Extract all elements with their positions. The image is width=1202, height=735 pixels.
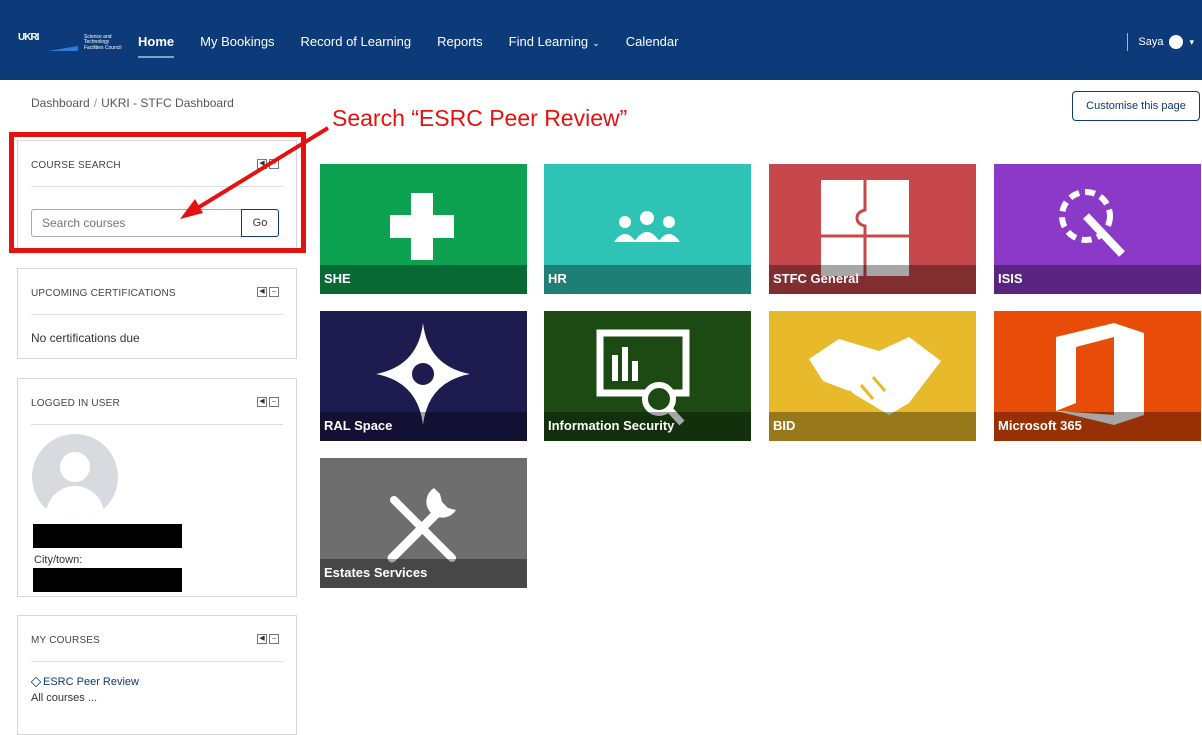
tile-label: Microsoft 365 [998, 418, 1082, 433]
nav-calendar[interactable]: Calendar [626, 34, 679, 52]
block-header: MY COURSES ◀ – [31, 616, 283, 662]
upcoming-certifications-block: UPCOMING CERTIFICATIONS ◀ – No certifica… [17, 268, 297, 359]
block-controls: ◀ – [257, 397, 279, 407]
tile-ral-space[interactable]: RAL Space [320, 311, 527, 441]
nav-my-bookings[interactable]: My Bookings [200, 34, 274, 52]
user-name: Saya [1138, 36, 1164, 48]
avatar [1169, 35, 1184, 49]
nav-record-of-learning[interactable]: Record of Learning [301, 34, 412, 52]
block-header: UPCOMING CERTIFICATIONS ◀ – [31, 269, 283, 315]
tile-she[interactable]: SHE [320, 164, 527, 294]
tile-label: Estates Services [324, 565, 428, 580]
breadcrumb-dashboard[interactable]: Dashboard [31, 96, 90, 110]
block-controls: ◀ – [257, 287, 279, 297]
tile-label: HR [548, 271, 567, 286]
block-title: MY COURSES [31, 635, 101, 646]
avatar-head [60, 452, 90, 482]
ukri-logo[interactable]: UKRI Science and Technology Facilities C… [18, 33, 140, 53]
block-controls: ◀ – [257, 634, 279, 644]
top-nav-bar: UKRI Science and Technology Facilities C… [0, 0, 1202, 80]
dock-icon[interactable]: ◀ [257, 397, 267, 407]
tile-label: RAL Space [324, 418, 393, 433]
collapse-icon[interactable]: – [269, 397, 279, 407]
logged-in-user-block: LOGGED IN USER ◀ – City/town: [17, 378, 297, 597]
collapse-icon[interactable]: – [269, 634, 279, 644]
annotation-highlight-box [9, 132, 306, 253]
tile-isis[interactable]: ISIS [994, 164, 1201, 294]
tile-label-bar [544, 265, 751, 294]
tile-bid[interactable]: BID [769, 311, 976, 441]
course-link-esrc-peer-review[interactable]: ESRC Peer Review [30, 676, 283, 688]
tile-label-bar [320, 265, 527, 294]
collapse-icon[interactable]: – [269, 287, 279, 297]
tile-label: Information Security [548, 418, 675, 433]
nav-find-learning[interactable]: Find Learning ⌄ [509, 34, 600, 52]
block-body: No certifications due [31, 331, 283, 345]
course-cube-icon [30, 676, 42, 688]
nav-reports[interactable]: Reports [437, 34, 483, 52]
my-courses-block: MY COURSES ◀ – ESRC Peer Review All cour… [17, 615, 297, 735]
tile-stfc-general[interactable]: STFC General [769, 164, 976, 294]
block-header: LOGGED IN USER ◀ – [31, 379, 283, 425]
main-nav: Home My Bookings Record of Learning Repo… [138, 34, 704, 58]
annotation-text: Search “ESRC Peer Review” [332, 105, 628, 131]
tile-information-security[interactable]: Information Security [544, 311, 751, 441]
redacted-name [33, 524, 182, 548]
tile-hr[interactable]: HR [544, 164, 751, 294]
tile-label-bar [994, 265, 1201, 294]
tile-microsoft-365[interactable]: Microsoft 365 [994, 311, 1201, 441]
all-courses-link[interactable]: All courses ... [31, 692, 283, 704]
block-body: ESRC Peer Review All courses ... [30, 676, 283, 708]
block-title: LOGGED IN USER [31, 398, 120, 409]
caret-down-icon: ▾ [1189, 36, 1194, 47]
breadcrumb-current[interactable]: UKRI - STFC Dashboard [101, 96, 234, 110]
user-avatar-placeholder[interactable] [32, 434, 118, 520]
dock-icon[interactable]: ◀ [257, 634, 267, 644]
avatar-body [46, 486, 104, 520]
tile-label: SHE [324, 271, 351, 286]
tile-estates-services[interactable]: Estates Services [320, 458, 527, 588]
user-menu[interactable]: Saya ▾ [1127, 33, 1194, 51]
tile-label: BID [773, 418, 796, 433]
tile-label: STFC General [773, 271, 859, 286]
chevron-down-icon: ⌄ [592, 38, 600, 48]
city-town-label: City/town: [34, 554, 83, 566]
breadcrumb-separator: / [93, 96, 98, 110]
no-certifications-text: No certifications due [31, 331, 140, 345]
user-divider [1127, 33, 1129, 51]
tile-label-bar [769, 412, 976, 441]
dock-icon[interactable]: ◀ [257, 287, 267, 297]
ukri-logo-mark: UKRI [18, 32, 39, 43]
logo-swoosh-icon [48, 33, 78, 53]
breadcrumb: Dashboard / UKRI - STFC Dashboard [31, 96, 234, 110]
logo-text: Science and Technology Facilities Counci… [84, 33, 122, 51]
tile-label: ISIS [998, 271, 1023, 286]
customise-page-button[interactable]: Customise this page [1072, 91, 1200, 121]
redacted-city [33, 568, 182, 592]
nav-home[interactable]: Home [138, 34, 175, 58]
block-title: UPCOMING CERTIFICATIONS [31, 288, 176, 299]
